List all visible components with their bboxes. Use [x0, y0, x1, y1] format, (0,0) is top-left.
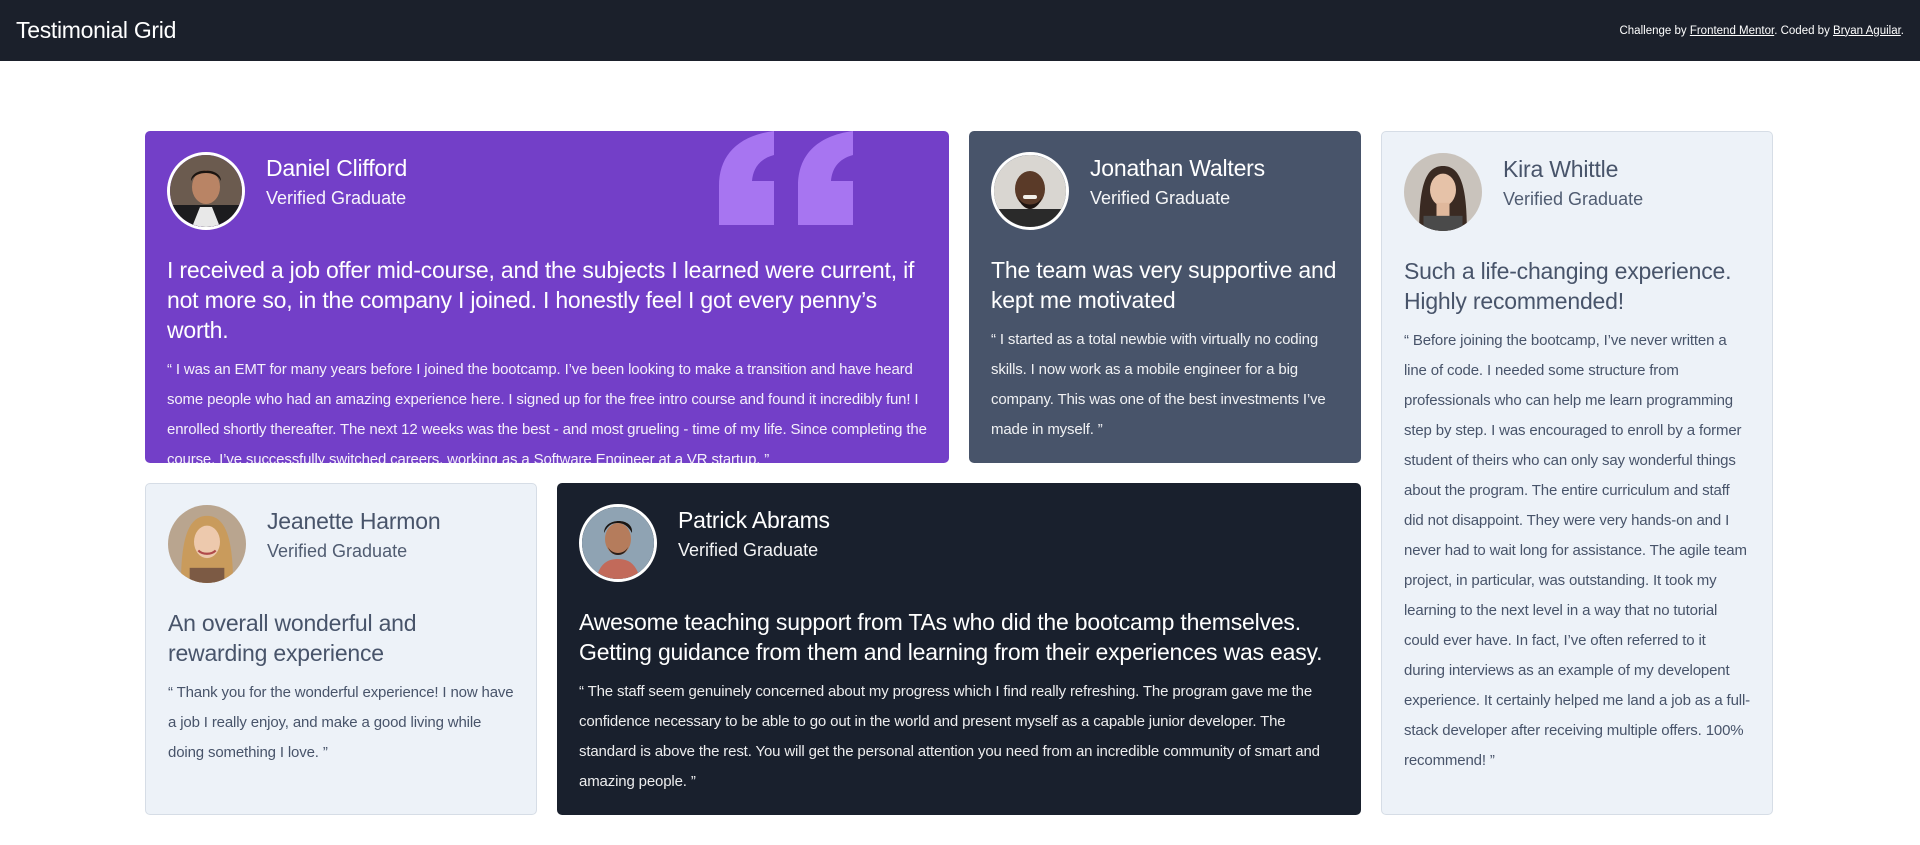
avatar-patrick [579, 504, 657, 582]
avatar-kira [1404, 153, 1482, 231]
testimonial-headline: Awesome teaching support from TAs who di… [579, 609, 1323, 665]
person-name: Daniel Clifford [266, 155, 408, 181]
avatar-daniel [167, 152, 245, 230]
person-name: Patrick Abrams [678, 507, 830, 533]
testimonial-card-jonathan: Jonathan Walters Verified Graduate The t… [969, 131, 1361, 463]
person-name: Jeanette Harmon [267, 508, 441, 534]
card-header: Patrick Abrams Verified Graduate [579, 504, 1339, 584]
person-role: Verified Graduate [267, 541, 408, 561]
person-info: Patrick Abrams Verified Graduate [678, 505, 830, 565]
author-link[interactable]: Bryan Aguilar [1833, 25, 1901, 37]
testimonial-body: “ I was an EMT for many years before I j… [167, 361, 927, 463]
app-title: Testimonial Grid [16, 17, 177, 43]
person-info: Kira Whittle Verified Graduate [1503, 154, 1643, 214]
testimonial-card-jeanette: Jeanette Harmon Verified Graduate An ove… [145, 483, 537, 815]
card-header: Kira Whittle Verified Graduate [1404, 153, 1750, 233]
testimonial-headline: Such a life-changing experience. Highly … [1404, 258, 1732, 314]
top-bar: Testimonial Grid Challenge by Frontend M… [0, 0, 1920, 61]
person-info: Jeanette Harmon Verified Graduate [267, 506, 441, 566]
testimonial-headline: The team was very supportive and kept me… [991, 257, 1337, 313]
person-name: Jonathan Walters [1090, 155, 1265, 181]
testimonial-body: “ Before joining the bootcamp, I’ve neve… [1404, 332, 1750, 769]
avatar-jeanette [168, 505, 246, 583]
attribution: Challenge by Frontend Mentor. Coded by B… [1619, 25, 1904, 37]
testimonial-body: “ Thank you for the wonderful experience… [168, 684, 514, 761]
testimonial-headline: An overall wonderful and rewarding exper… [168, 610, 417, 666]
testimonial-body: “ I started as a total newbie with virtu… [991, 331, 1326, 438]
avatar-jonathan [991, 152, 1069, 230]
person-info: Jonathan Walters Verified Graduate [1090, 153, 1265, 213]
person-role: Verified Graduate [678, 540, 819, 560]
person-role: Verified Graduate [1090, 188, 1231, 208]
attribution-prefix: Challenge by [1619, 24, 1690, 37]
attribution-suffix: . [1900, 24, 1904, 37]
card-header: Daniel Clifford Verified Graduate [167, 152, 927, 232]
testimonial-card-kira: Kira Whittle Verified Graduate Such a li… [1381, 131, 1773, 815]
frontend-mentor-link[interactable]: Frontend Mentor [1690, 25, 1774, 37]
testimonial-card-patrick: Patrick Abrams Verified Graduate Awesome… [557, 483, 1361, 815]
testimonial-body: “ The staff seem genuinely concerned abo… [579, 683, 1320, 790]
person-role: Verified Graduate [1503, 189, 1644, 209]
testimonial-grid: Daniel Clifford Verified Graduate I rece… [145, 131, 1775, 816]
attribution-middle: . Coded by [1774, 24, 1834, 37]
person-name: Kira Whittle [1503, 156, 1619, 182]
person-info: Daniel Clifford Verified Graduate [266, 153, 407, 213]
testimonial-headline: I received a job offer mid-course, and t… [167, 257, 915, 343]
card-header: Jonathan Walters Verified Graduate [991, 152, 1339, 232]
testimonial-card-daniel: Daniel Clifford Verified Graduate I rece… [145, 131, 949, 463]
card-header: Jeanette Harmon Verified Graduate [168, 505, 514, 585]
person-role: Verified Graduate [266, 188, 407, 208]
